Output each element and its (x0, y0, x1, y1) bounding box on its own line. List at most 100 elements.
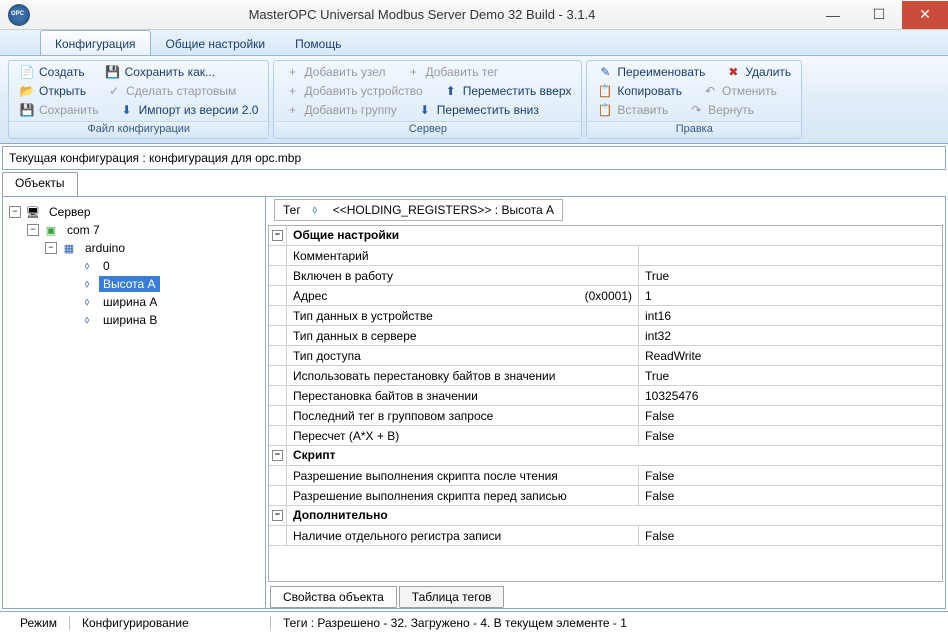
prop-value[interactable]: False (639, 426, 942, 445)
prop-row[interactable]: Адрес(0x0001)1 (269, 286, 942, 306)
ribbon-btn-label: Добавить узел (304, 65, 385, 79)
ribbon-btn-icon: 📋 (597, 83, 613, 99)
ribbon-btn-label: Удалить (745, 65, 791, 79)
prop-value[interactable]: True (639, 266, 942, 285)
ribbon-btn[interactable]: 💾Сохранить как... (101, 63, 219, 81)
prop-value[interactable]: False (639, 526, 942, 545)
prop-name: Комментарий (287, 246, 639, 265)
property-grid[interactable]: −Общие настройкиКомментарийВключен в раб… (268, 225, 943, 582)
prop-group-header[interactable]: −Общие настройки (269, 226, 942, 246)
prop-row[interactable]: Использовать перестановку байтов в значе… (269, 366, 942, 386)
ribbon-group-label: Файл конфигурации (9, 121, 268, 138)
ribbon-btn-label: Вставить (617, 103, 668, 117)
prop-row[interactable]: Комментарий (269, 246, 942, 266)
ribbon-btn[interactable]: ⬇Переместить вниз (413, 101, 543, 119)
prop-row[interactable]: Разрешение выполнения скрипта после чтен… (269, 466, 942, 486)
prop-value[interactable]: True (639, 366, 942, 385)
maximize-button[interactable]: ☐ (856, 1, 902, 29)
prop-name: Включен в работу (287, 266, 639, 285)
config-path-text: Текущая конфигурация : конфигурация для … (9, 151, 301, 165)
prop-value[interactable]: False (639, 466, 942, 485)
ribbon-btn-label: Добавить устройство (304, 84, 422, 98)
ribbon-btn[interactable]: ✎Переименовать (593, 63, 709, 81)
prop-row[interactable]: Перестановка байтов в значении10325476 (269, 386, 942, 406)
ribbon-btn-label: Вернуть (708, 103, 754, 117)
ribbon-btn-label: Сохранить (39, 103, 99, 117)
ribbon-btn[interactable]: ⬇Импорт из версии 2.0 (115, 101, 263, 119)
ribbon-btn: ✓Сделать стартовым (102, 82, 240, 100)
menu-tab-1[interactable]: Общие настройки (151, 30, 281, 55)
menu-tab-2[interactable]: Помощь (280, 30, 356, 55)
objects-tab[interactable]: Объекты (2, 172, 78, 196)
ribbon-btn-icon: ⬇ (119, 102, 135, 118)
tree-root[interactable]: − 🖥 Сервер (9, 203, 259, 221)
prop-row[interactable]: Разрешение выполнения скрипта перед запи… (269, 486, 942, 506)
ribbon-btn-icon: ⬇ (417, 102, 433, 118)
ribbon-group-1: +Добавить узел+Добавить тег+Добавить уст… (273, 60, 582, 139)
menu-tab-0[interactable]: Конфигурация (40, 30, 151, 55)
tree-tag-node[interactable]: ⬨0 (63, 257, 259, 275)
prop-row[interactable]: Включен в работуTrue (269, 266, 942, 286)
ribbon-btn[interactable]: 📋Копировать (593, 82, 686, 100)
tree-node-com[interactable]: − ▣ com 7 (27, 221, 259, 239)
window-controls: — ☐ ✕ (810, 1, 948, 29)
tree-tag-node[interactable]: ⬨ширина В (63, 311, 259, 329)
tree-tag-label: ширина А (99, 294, 161, 310)
prop-value[interactable] (639, 246, 942, 265)
prop-hint: (0x0001) (585, 289, 632, 303)
prop-row[interactable]: Наличие отдельного регистра записиFalse (269, 526, 942, 546)
prop-name: Тип данных в сервере (287, 326, 639, 345)
detail-bottom-tab[interactable]: Таблица тегов (399, 586, 505, 608)
detail-path: <<HOLDING_REGISTERS>> : Высота А (333, 203, 554, 217)
prop-value[interactable]: int16 (639, 306, 942, 325)
minimize-button[interactable]: — (810, 1, 856, 29)
device-icon: ▦ (61, 240, 77, 256)
prop-row[interactable]: Тип доступаReadWrite (269, 346, 942, 366)
prop-value[interactable]: False (639, 486, 942, 505)
ribbon-btn[interactable]: ⬆Переместить вверх (439, 82, 576, 100)
ribbon-btn-icon: + (284, 64, 300, 80)
tree-collapse-icon[interactable]: − (45, 242, 57, 254)
prop-group-collapse-icon[interactable]: − (272, 450, 283, 461)
prop-row[interactable]: Тип данных в сервереint32 (269, 326, 942, 346)
tag-icon: ⬨ (307, 202, 323, 218)
prop-row[interactable]: Пересчет (A*X + B)False (269, 426, 942, 446)
prop-value[interactable]: False (639, 406, 942, 425)
prop-name: Пересчет (A*X + B) (287, 426, 639, 445)
prop-value[interactable]: ReadWrite (639, 346, 942, 365)
prop-group-name: Дополнительно (287, 506, 942, 525)
tree-tag-node[interactable]: ⬨ширина А (63, 293, 259, 311)
ribbon-btn: ↶Отменить (698, 82, 781, 100)
prop-name: Использовать перестановку байтов в значе… (287, 366, 639, 385)
ribbon-btn[interactable]: ✖Удалить (721, 63, 795, 81)
tree-tag-node[interactable]: ⬨Высота А (63, 275, 259, 293)
ribbon-group-2: ✎Переименовать ✖Удалить 📋Копировать ↶Отмени… (586, 60, 802, 139)
tree-collapse-icon[interactable]: − (27, 224, 39, 236)
close-button[interactable]: ✕ (902, 1, 948, 29)
ribbon-btn: +Добавить группу (280, 101, 400, 119)
ribbon-btn-icon: + (406, 64, 422, 80)
prop-row[interactable]: Тип данных в устройствеint16 (269, 306, 942, 326)
ribbon-btn-label: Открыть (39, 84, 86, 98)
tree-collapse-icon[interactable]: − (9, 206, 21, 218)
tree-tag-label: Высота А (99, 276, 160, 292)
prop-value[interactable]: 1 (639, 286, 942, 305)
prop-row[interactable]: Последний тег в групповом запросеFalse (269, 406, 942, 426)
ribbon-btn[interactable]: 📄Создать (15, 63, 89, 81)
detail-bottom-tab[interactable]: Свойства объекта (270, 586, 397, 608)
statusbar: Режим Конфигурирование Теги : Разрешено … (0, 611, 948, 633)
prop-group-collapse-icon[interactable]: − (272, 510, 283, 521)
ribbon-btn-icon: 📄 (19, 64, 35, 80)
tree-tag-label: ширина В (99, 312, 161, 328)
prop-group-header[interactable]: −Дополнительно (269, 506, 942, 526)
ribbon-btn-label: Переместить вверх (463, 84, 572, 98)
ribbon-btn: ↷Вернуть (684, 101, 758, 119)
server-icon: 🖥 (25, 204, 41, 220)
prop-group-collapse-icon[interactable]: − (272, 230, 283, 241)
prop-group-header[interactable]: −Скрипт (269, 446, 942, 466)
tree-panel: − 🖥 Сервер − ▣ com 7 − ▦ arduino ⬨0⬨Высо… (3, 197, 266, 608)
prop-value[interactable]: int32 (639, 326, 942, 345)
tree-node-device[interactable]: − ▦ arduino (45, 239, 259, 257)
prop-value[interactable]: 10325476 (639, 386, 942, 405)
ribbon-btn[interactable]: 📂Открыть (15, 82, 90, 100)
